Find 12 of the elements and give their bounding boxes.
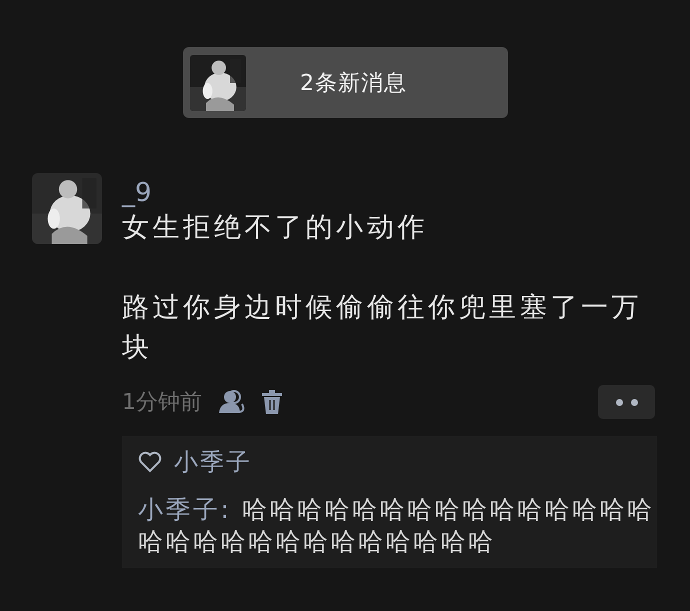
author-name[interactable]: _9	[122, 178, 662, 208]
post-text: 女生拒绝不了的小动作	[122, 211, 429, 245]
new-messages-text: 2条新消息	[299, 70, 408, 98]
heart-icon[interactable]	[138, 451, 162, 473]
comment-text: 小季子: 哈哈哈哈哈哈哈哈哈哈哈哈哈哈哈哈哈哈哈哈哈哈哈哈哈哈哈哈	[138, 494, 656, 558]
new-messages-banner[interactable]: 2条新消息	[183, 47, 508, 118]
post-text: 路过你身边时候偷偷往你兜里塞了一万块	[122, 291, 644, 365]
more-button[interactable]	[598, 385, 655, 419]
liker-name[interactable]: 小季子	[174, 446, 252, 478]
post-time: 1分钟前	[122, 389, 202, 417]
users-icon[interactable]	[218, 390, 246, 414]
trash-icon[interactable]	[262, 390, 282, 414]
